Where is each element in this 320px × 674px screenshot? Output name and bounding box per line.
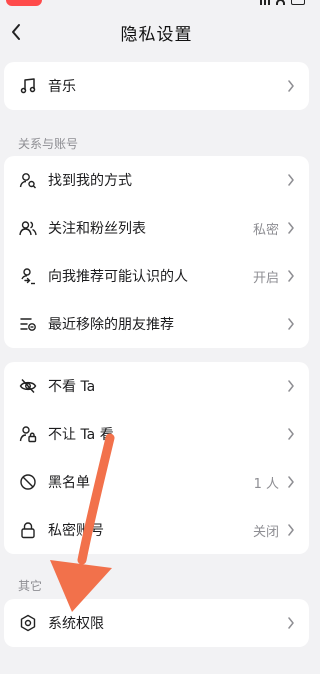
nav-bar: 隐私设置 (0, 10, 313, 54)
signal-icon (260, 0, 270, 5)
chevron-right-icon (285, 270, 297, 282)
row-value: 关闭 (252, 524, 279, 540)
row-value: 开启 (252, 270, 279, 286)
user-recommend-icon (18, 266, 38, 286)
wifi-icon (276, 0, 285, 5)
row-system-permission[interactable]: 系统权限 (4, 599, 309, 647)
card-visibility: 不看 Ta 不让 Ta 看 黑名单 1 人 私密账号 关闭 (4, 362, 309, 554)
user-lock-icon (18, 424, 38, 444)
user-search-icon (18, 170, 38, 190)
chevron-left-icon (12, 24, 20, 40)
status-bar (0, 0, 313, 10)
row-music[interactable]: 音乐 (4, 62, 309, 110)
row-recommend[interactable]: 向我推荐可能认识的人 开启 (4, 252, 309, 300)
row-label: 不让 Ta 看 (48, 427, 114, 443)
battery-icon (291, 0, 305, 5)
card-media: 音乐 (4, 62, 309, 110)
row-follow-list[interactable]: 关注和粉丝列表 私密 (4, 204, 309, 252)
recording-indicator (6, 0, 42, 6)
back-button[interactable] (4, 20, 28, 44)
users-icon (18, 218, 38, 238)
chevron-right-icon (285, 380, 297, 392)
music-note-icon (18, 76, 38, 96)
row-label: 黑名单 (48, 475, 90, 491)
card-other: 系统权限 (4, 599, 309, 647)
lock-icon (18, 520, 38, 540)
chevron-right-icon (285, 318, 297, 330)
row-label: 不看 Ta (48, 379, 96, 395)
list-removed-icon (18, 314, 38, 334)
chevron-right-icon (285, 476, 297, 488)
eye-off-icon (18, 376, 38, 396)
row-removed-recommend[interactable]: 最近移除的朋友推荐 (4, 300, 309, 348)
row-label: 关注和粉丝列表 (48, 221, 146, 237)
hexagon-settings-icon (18, 613, 38, 633)
chevron-right-icon (285, 80, 297, 92)
row-value: 私密 (252, 222, 279, 238)
row-label: 系统权限 (48, 616, 104, 632)
row-private-account[interactable]: 私密账号 关闭 (4, 506, 309, 554)
row-find-me[interactable]: 找到我的方式 (4, 156, 309, 204)
chevron-right-icon (285, 222, 297, 234)
row-label: 最近移除的朋友推荐 (48, 317, 174, 333)
section-title-relations: 关系与账号 (18, 137, 79, 151)
chevron-right-icon (285, 617, 297, 629)
page-title: 隐私设置 (120, 24, 193, 45)
chevron-right-icon (285, 174, 297, 186)
row-blacklist[interactable]: 黑名单 1 人 (4, 458, 309, 506)
row-label: 音乐 (48, 79, 76, 95)
block-icon (18, 472, 38, 492)
section-title-other: 其它 (18, 579, 43, 593)
card-relations: 找到我的方式 关注和粉丝列表 私密 向我推荐可能认识的人 开启 最近移除的朋友推… (4, 156, 309, 348)
row-label: 找到我的方式 (48, 173, 132, 189)
chevron-right-icon (285, 524, 297, 536)
row-not-see[interactable]: 不看 Ta (4, 362, 309, 410)
row-hide-from[interactable]: 不让 Ta 看 (4, 410, 309, 458)
chevron-right-icon (285, 428, 297, 440)
row-value: 1 人 (253, 476, 279, 492)
status-icons (260, 0, 305, 5)
row-label: 私密账号 (48, 523, 104, 539)
row-label: 向我推荐可能认识的人 (48, 269, 188, 285)
